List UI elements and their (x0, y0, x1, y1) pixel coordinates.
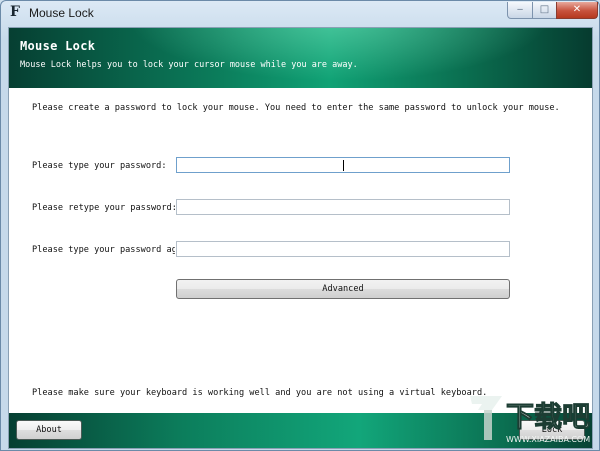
close-button[interactable]: ✕ (556, 2, 598, 19)
app-icon: F (10, 4, 20, 20)
header-banner: Mouse Lock Mouse Lock helps you to lock … (9, 28, 592, 88)
retype-password-field[interactable] (176, 199, 510, 215)
about-button[interactable]: About (16, 420, 82, 440)
text-caret (343, 160, 344, 171)
footer-bar: About Lock (9, 413, 592, 448)
password-again-field[interactable] (176, 241, 510, 257)
window-title: Mouse Lock (29, 6, 94, 20)
maximize-button[interactable]: □ (532, 2, 557, 19)
title-bar[interactable]: F Mouse Lock ‒ □ ✕ (1, 1, 599, 25)
intro-text: Please create a password to lock your mo… (32, 103, 560, 113)
password-again-label: Please type your password again: (32, 245, 175, 255)
minimize-button[interactable]: ‒ (507, 2, 533, 19)
app-window: F Mouse Lock ‒ □ ✕ Mouse Lock Mouse Lock… (0, 0, 600, 451)
header-subtitle: Mouse Lock helps you to lock your cursor… (20, 60, 358, 70)
client-area: Mouse Lock Mouse Lock helps you to lock … (8, 27, 593, 449)
advanced-button[interactable]: Advanced (176, 279, 510, 299)
keyboard-note: Please make sure your keyboard is workin… (32, 388, 488, 398)
form-panel: Please create a password to lock your mo… (9, 88, 592, 411)
password-label: Please type your password: (32, 161, 167, 171)
lock-button[interactable]: Lock (519, 420, 585, 440)
retype-password-label: Please retype your password: (32, 203, 175, 213)
header-title: Mouse Lock (20, 39, 96, 53)
